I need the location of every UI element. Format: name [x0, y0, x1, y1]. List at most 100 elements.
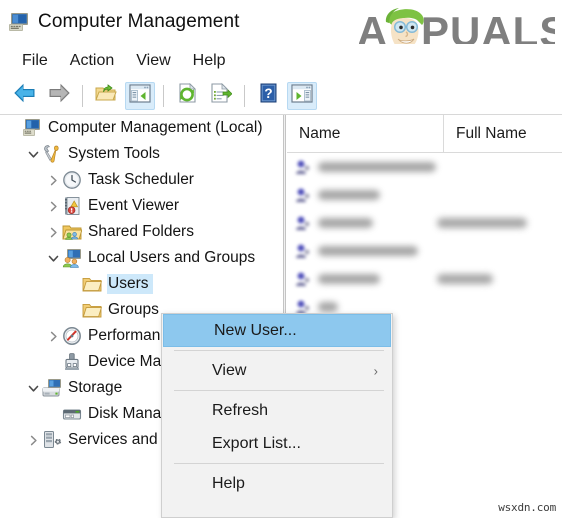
table-row[interactable] — [287, 237, 562, 265]
user-avatar-icon — [295, 159, 312, 175]
context-menu-item-help[interactable]: Help — [162, 467, 392, 500]
computer-management-window: Computer Management A PUALS File Action … — [0, 0, 562, 518]
arrow-left-icon — [13, 83, 37, 108]
services-icon — [42, 430, 62, 450]
context-menu-item-label: Export List... — [212, 434, 301, 452]
users-groups-icon — [62, 248, 82, 268]
export-list-button[interactable] — [206, 82, 236, 110]
user-name-redacted — [318, 190, 380, 200]
user-fullname-redacted — [437, 274, 493, 284]
tree-item-label: Computer Management (Local) — [48, 119, 263, 136]
column-header-name[interactable]: Name — [287, 115, 443, 153]
site-watermark: wsxdn.com — [498, 501, 556, 514]
tree-twisty-none-icon — [64, 297, 82, 323]
up-one-level-button[interactable] — [91, 82, 121, 110]
tree-item-label: Groups — [108, 301, 159, 318]
tree-item-label: Users — [108, 275, 153, 293]
toolbar-separator — [82, 84, 83, 107]
menu-view[interactable]: View — [125, 50, 181, 72]
console-tree-icon — [129, 83, 151, 108]
tree-item-label: System Tools — [68, 145, 160, 162]
tree-twisty-collapsed-icon[interactable] — [44, 193, 62, 219]
context-menu-separator — [174, 463, 384, 464]
context-menu-item-label: Refresh — [212, 401, 269, 419]
context-menu-item-view[interactable]: View › — [162, 354, 392, 387]
menu-file[interactable]: File — [11, 50, 59, 72]
list-column-headers: Name Full Name — [287, 115, 562, 153]
user-name-redacted — [318, 302, 338, 312]
context-menu-item-refresh[interactable]: Refresh — [162, 394, 392, 427]
user-avatar-icon — [295, 271, 312, 287]
tree-twisty-collapsed-icon[interactable] — [44, 167, 62, 193]
tree-twisty-expanded-icon[interactable] — [24, 375, 42, 401]
user-name-redacted — [318, 246, 418, 256]
arrow-right-icon — [47, 83, 71, 108]
tree-item-label: Event Viewer — [88, 197, 180, 214]
storage-icon — [42, 378, 62, 398]
context-menu-item-label: Help — [212, 474, 245, 492]
action-pane-icon — [291, 83, 313, 108]
chevron-right-icon: › — [373, 363, 378, 378]
device-manager-icon — [62, 352, 82, 372]
tree-item-task-scheduler[interactable]: Task Scheduler — [0, 167, 283, 193]
event-viewer-icon — [62, 196, 82, 216]
tree-twisty-expanded-icon[interactable] — [44, 245, 62, 271]
shared-folders-icon — [62, 222, 83, 242]
tree-item-event-viewer[interactable]: Event Viewer — [0, 193, 283, 219]
user-avatar-icon — [295, 243, 312, 259]
context-menu-item-export-list[interactable]: Export List... — [162, 427, 392, 460]
refresh-button[interactable] — [172, 82, 202, 110]
back-button[interactable] — [10, 82, 40, 110]
tree-twisty-none-icon — [44, 401, 62, 427]
tools-icon — [42, 144, 62, 164]
column-header-full-name[interactable]: Full Name — [443, 115, 562, 153]
user-name-redacted — [318, 162, 436, 172]
user-name-redacted — [318, 274, 380, 284]
context-menu-separator — [174, 390, 384, 391]
user-avatar-icon — [295, 187, 312, 203]
performance-icon — [62, 326, 82, 346]
user-avatar-icon — [295, 215, 312, 231]
toolbar-separator — [163, 84, 164, 107]
users-context-menu[interactable]: New User... View › Refresh Export List... Hel… — [161, 313, 393, 518]
context-menu-item-label: View — [212, 361, 247, 379]
tree-item-label: Task Scheduler — [88, 171, 194, 188]
menu-action[interactable]: Action — [59, 50, 125, 72]
forward-button[interactable] — [44, 82, 74, 110]
export-list-icon — [210, 83, 233, 108]
table-row[interactable] — [287, 181, 562, 209]
help-button[interactable]: ? — [253, 82, 283, 110]
tree-twisty-none-icon — [64, 271, 82, 297]
folder-up-icon — [95, 83, 117, 108]
table-row[interactable] — [287, 209, 562, 237]
table-row[interactable] — [287, 153, 562, 181]
tree-twisty-none-icon — [4, 115, 22, 141]
menu-help[interactable]: Help — [182, 50, 237, 72]
tree-item-shared-folders[interactable]: Shared Folders — [0, 219, 283, 245]
show-hide-action-pane-button[interactable] — [287, 81, 317, 110]
title-bar: Computer Management A PUALS — [0, 0, 562, 61]
folder-icon — [82, 274, 103, 294]
disk-management-icon — [62, 404, 82, 424]
refresh-page-icon — [177, 83, 198, 108]
menu-bar: File Action View Help — [0, 44, 562, 77]
tree-twisty-collapsed-icon[interactable] — [44, 323, 62, 349]
tree-item-label: Local Users and Groups — [88, 249, 256, 266]
clock-icon — [62, 170, 82, 190]
toolbar: ? — [0, 77, 562, 115]
tree-item-users[interactable]: Users — [0, 271, 283, 297]
folder-icon — [82, 300, 103, 320]
tree-item-system-tools[interactable]: System Tools — [0, 141, 283, 167]
table-row[interactable] — [287, 265, 562, 293]
window-title: Computer Management — [38, 11, 240, 32]
tree-twisty-collapsed-icon[interactable] — [24, 427, 42, 453]
show-hide-console-tree-button[interactable] — [125, 81, 155, 110]
computer-icon — [22, 118, 42, 138]
tree-item-computer-management-local[interactable]: Computer Management (Local) — [0, 115, 283, 141]
tree-item-label: Shared Folders — [88, 223, 194, 240]
tree-twisty-collapsed-icon[interactable] — [44, 219, 62, 245]
tree-item-local-users-and-groups[interactable]: Local Users and Groups — [0, 245, 283, 271]
context-menu-item-new-user[interactable]: New User... — [163, 314, 391, 347]
tree-item-label: Storage — [68, 379, 123, 396]
tree-twisty-expanded-icon[interactable] — [24, 141, 42, 167]
